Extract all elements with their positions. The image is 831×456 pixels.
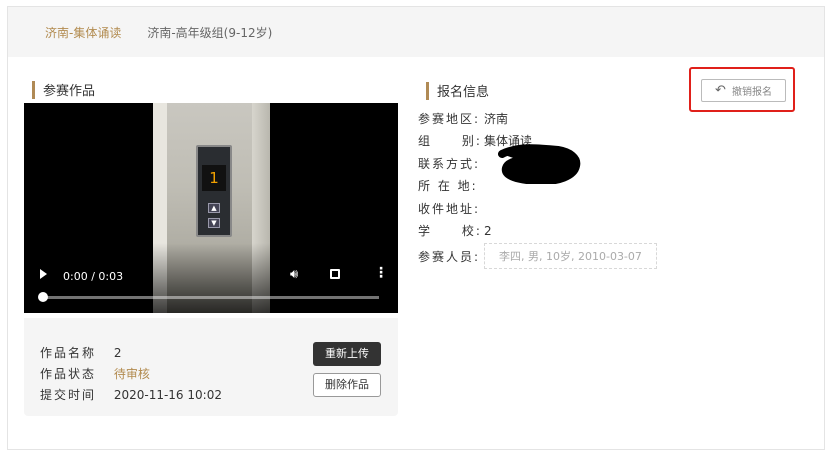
elevator-down-icon: ▼	[208, 218, 220, 228]
video-time: 0:00 / 0:03	[63, 270, 124, 283]
tab-group-reading[interactable]: 济南-集体诵读	[45, 24, 121, 41]
work-name-row: 作品名称 2	[40, 344, 121, 361]
fullscreen-icon[interactable]	[330, 269, 340, 279]
work-status-value: 待审核	[113, 367, 150, 381]
field-value: 济南	[484, 111, 509, 126]
work-info-card: 作品名称 2 作品状态 待审核 提交时间 2020-11-16 10:02 重新…	[24, 318, 398, 416]
title-accent-bar	[426, 81, 429, 100]
entry-section-title: 参赛作品	[32, 80, 95, 99]
members-label: 参赛人员:	[418, 249, 481, 264]
redaction-scribble	[498, 144, 581, 184]
field-label: 收件地址:	[418, 201, 481, 216]
field-region: 参赛地区: 济南	[418, 107, 657, 130]
field-label: 联系方式:	[418, 156, 481, 171]
work-submit-value: 2020-11-16 10:02	[113, 388, 222, 402]
reupload-button[interactable]: 重新上传	[313, 342, 381, 366]
member-tag: 李四, 男, 10岁, 2010-03-07	[484, 243, 657, 269]
work-submit-label: 提交时间	[40, 388, 97, 402]
cancel-registration-button[interactable]: ↶ 撤销报名	[701, 79, 786, 102]
elevator-floor-display: 1	[202, 165, 226, 191]
field-value: 2	[484, 223, 492, 238]
elevator-panel-image: 1 ▲ ▼	[196, 145, 232, 237]
volume-icon[interactable]: 🔊︎	[290, 267, 298, 282]
cancel-registration-label: 撤销报名	[731, 87, 772, 98]
video-controls: 0:00 / 0:03 🔊︎ ⋮	[24, 263, 398, 293]
field-address: 收件地址:	[418, 197, 657, 220]
work-name-label: 作品名称	[40, 346, 97, 360]
work-status-row: 作品状态 待审核	[40, 365, 150, 382]
registration-section-title-text: 报名信息	[437, 85, 490, 100]
field-school: 学 校: 2	[418, 220, 657, 243]
title-accent-bar	[32, 80, 35, 99]
video-progress-handle[interactable]	[38, 292, 48, 302]
delete-work-button[interactable]: 删除作品	[313, 373, 381, 397]
entry-section-title-text: 参赛作品	[43, 84, 96, 99]
field-label: 参赛地区:	[418, 111, 481, 126]
more-options-icon[interactable]: ⋮	[374, 265, 388, 281]
tab-senior-group[interactable]: 济南-高年级组(9-12岁)	[147, 24, 272, 41]
work-name-value: 2	[113, 346, 122, 360]
work-submit-row: 提交时间 2020-11-16 10:02	[40, 386, 222, 403]
registration-info: 参赛地区: 济南 组 别: 集体诵读 联系方式: 所 在 地: 收件地址: 学 …	[418, 107, 657, 270]
elevator-up-icon: ▲	[208, 203, 220, 213]
work-status-label: 作品状态	[40, 367, 97, 381]
video-progress-track[interactable]	[42, 296, 379, 299]
field-label: 学 校:	[418, 224, 482, 239]
undo-icon: ↶	[715, 83, 726, 98]
tab-bar: 济南-集体诵读 济南-高年级组(9-12岁)	[8, 7, 824, 57]
field-label: 组 别:	[418, 134, 482, 149]
registration-section-title: 报名信息	[426, 81, 489, 100]
play-icon[interactable]	[40, 269, 47, 279]
cancel-highlight-box: ↶ 撤销报名	[689, 67, 795, 112]
field-label: 所 在 地:	[418, 179, 478, 194]
field-members: 参赛人员: 李四, 男, 10岁, 2010-03-07	[418, 242, 657, 270]
video-player[interactable]: 1 ▲ ▼ 0:00 / 0:03 🔊︎ ⋮	[24, 103, 398, 313]
